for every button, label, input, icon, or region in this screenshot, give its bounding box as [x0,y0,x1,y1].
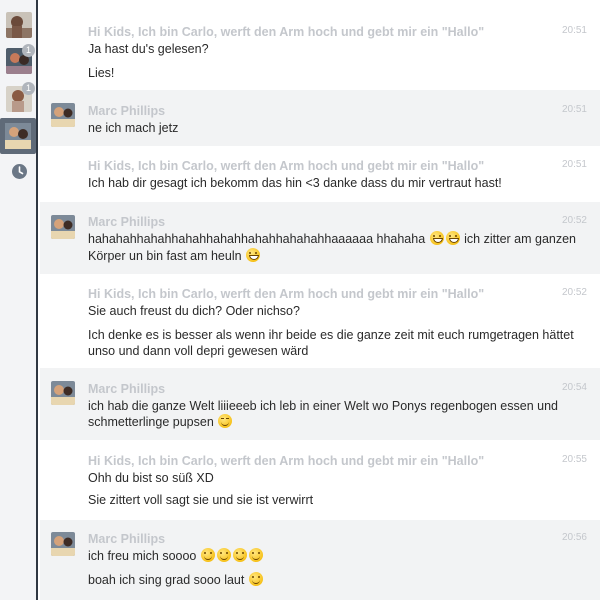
contact-avatar-1[interactable] [6,12,32,38]
message-text: Sie auch freust du dich? Oder nichso? [88,304,300,318]
avatar[interactable] [51,215,75,239]
avatar [5,123,31,149]
message-text: boah ich sing grad sooo laut [88,572,588,589]
smile-emoji [200,548,215,562]
avatar[interactable] [51,103,75,127]
grin-emoji [445,231,460,245]
message-text: Ich denke es is besser als wenn ihr beid… [88,328,574,342]
contact-sidebar: 1 1 [0,0,38,600]
sender-name: Hi Kids, Ich bin Carlo, werft den Arm ho… [88,454,485,468]
avatar [6,12,32,38]
message-block: Marc Phillips 20:56 ich freu mich soooo … [40,520,600,600]
sender-name: Marc Phillips [88,104,166,118]
message-fragment: Körper un bin fast am heuln [88,249,242,263]
message-fragment: ich freu mich soooo [88,549,197,563]
timestamp: 20:51 [561,159,587,170]
avatar[interactable] [51,532,75,556]
message-block: Hi Kids, Ich bin Carlo, werft den Arm ho… [40,274,600,368]
message-text: ich freu mich soooo [88,548,588,565]
message-block: Marc Phillips 20:54 ich hab die ganze We… [40,368,600,440]
timestamp: 20:52 [561,287,587,298]
message-fragment: hahahahhahahhahahhahahhahahhahahahhaaaaa… [88,232,426,246]
chat-history[interactable]: Hi Kids, Ich bin Carlo, werft den Arm ho… [40,0,600,600]
avatar-image [51,215,75,239]
message-text: Sie zittert voll sagt sie und sie ist ve… [88,493,314,507]
smile-emoji [248,548,263,562]
timestamp: 20:54 [561,382,587,393]
avatar-image [51,532,75,556]
message-text: Ja hast du's gelesen? [88,42,209,56]
message-block: Marc Phillips 20:52 hahahahhahahhahahhah… [40,202,600,274]
timestamp: 20:56 [561,532,587,543]
wink-emoji [218,414,233,428]
timestamp: 20:55 [561,454,587,465]
message-text: Ohh du bist so süß XD [88,471,214,485]
message-fragment: schmetterlinge pupsen [88,415,214,429]
avatar-image [51,103,75,127]
sender-name: Marc Phillips [88,215,166,229]
timestamp: 20:52 [561,215,587,226]
grin-emoji [246,248,261,262]
message-text: Lies! [88,66,115,80]
message-text: Körper un bin fast am heuln [88,248,588,265]
message-block: Hi Kids, Ich bin Carlo, werft den Arm ho… [40,440,600,520]
grin-emoji [429,231,444,245]
contact-avatar-4-selected[interactable] [0,118,36,154]
smile-emoji [232,548,247,562]
sender-name: Hi Kids, Ich bin Carlo, werft den Arm ho… [88,25,485,39]
avatar-image [51,381,75,405]
message-text: ich hab die ganze Welt liiieeeb ich leb … [88,399,558,413]
message-text: Ich hab dir gesagt ich bekomm das hin <3… [88,176,502,190]
timestamp: 20:51 [561,25,587,36]
sender-name: Marc Phillips [88,532,166,546]
message-block: Hi Kids, Ich bin Carlo, werft den Arm ho… [40,14,600,90]
message-text: schmetterlinge pupsen [88,414,588,431]
smile-emoji [248,572,263,586]
clock-icon[interactable] [11,163,28,180]
message-fragment: ich zitter am ganzen [464,232,576,246]
unread-badge: 1 [22,44,35,57]
message-text: ne ich mach jetz [88,121,179,135]
sender-name: Hi Kids, Ich bin Carlo, werft den Arm ho… [88,287,485,301]
unread-badge: 1 [22,82,35,95]
smile-emoji [216,548,231,562]
message-text: unso und dann voll depri gewesen wärd [88,344,309,358]
message-text: hahahahhahahhahahhahahhahahhahahahhaaaaa… [88,231,588,248]
avatar[interactable] [51,381,75,405]
message-fragment: boah ich sing grad sooo laut [88,573,245,587]
sender-name: Hi Kids, Ich bin Carlo, werft den Arm ho… [88,159,485,173]
sender-name: Marc Phillips [88,382,166,396]
timestamp: 20:51 [561,104,587,115]
message-block: Marc Phillips 20:51 ne ich mach jetz [40,90,600,146]
message-block: Hi Kids, Ich bin Carlo, werft den Arm ho… [40,146,600,202]
